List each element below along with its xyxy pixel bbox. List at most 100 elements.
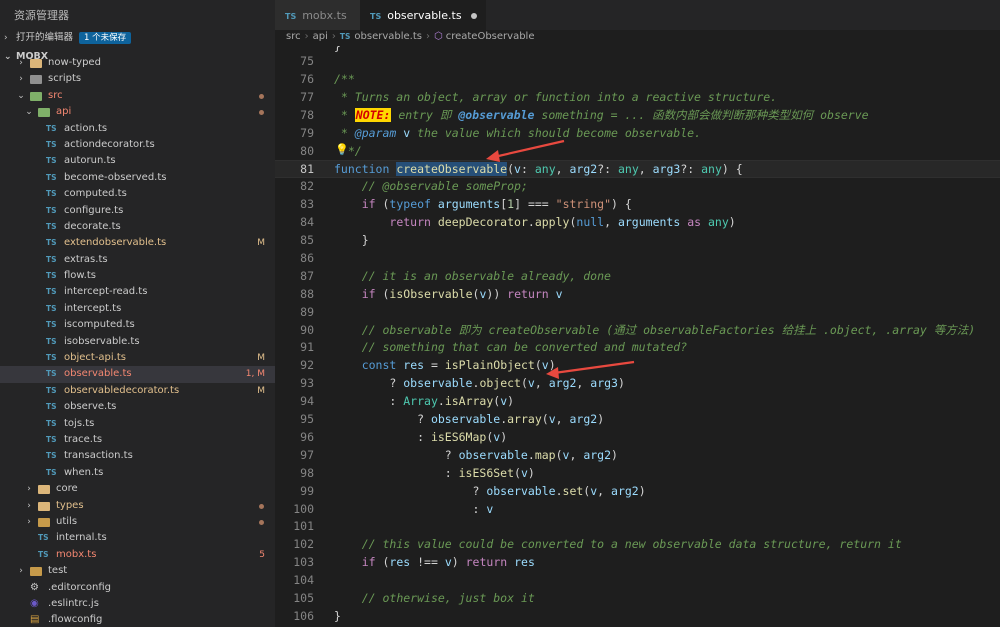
tree-item[interactable]: TS intercept.ts	[0, 301, 275, 317]
tree-item[interactable]: › scripts	[0, 71, 275, 87]
folder-icon	[38, 501, 50, 511]
tree-item[interactable]: ⌄ api	[0, 104, 275, 120]
chevron-right-icon: ›	[27, 500, 31, 511]
tree-item[interactable]: TS extras.ts	[0, 252, 275, 268]
tree-item[interactable]: TS actiondecorator.ts	[0, 137, 275, 153]
typescript-file-icon: TS	[339, 32, 351, 41]
lightbulb-icon[interactable]: 💡	[335, 143, 349, 156]
tree-item[interactable]: TS isobservable.ts	[0, 334, 275, 350]
code-token: (	[555, 447, 563, 462]
method-cube-icon: ⬡	[433, 31, 443, 42]
tree-item[interactable]: TS autorun.ts	[0, 153, 275, 169]
tree-item[interactable]: › utils	[0, 514, 275, 530]
tree-item[interactable]: TS transaction.ts	[0, 448, 275, 464]
breadcrumb-symbol[interactable]: createObservable	[446, 31, 535, 42]
code-line[interactable]: 91 // something that can be converted an…	[275, 339, 1000, 357]
breadcrumb-api[interactable]: api	[313, 31, 328, 42]
tree-item[interactable]: ⌄ src	[0, 88, 275, 104]
tree-item-label: extendobservable.ts	[64, 237, 167, 249]
code-token: ?	[334, 483, 487, 498]
code-text: // it is an observable already, done	[334, 268, 611, 286]
code-line[interactable]: 87 // it is an observable already, done	[275, 268, 1000, 286]
code-editor[interactable]: } 75 76 /** 77 * Turns an object, array or …	[275, 46, 1000, 627]
code-line[interactable]: 83 if (typeof arguments[1] === "string")…	[275, 196, 1000, 214]
tree-item[interactable]: TS flow.ts	[0, 268, 275, 284]
code-line[interactable]: 81 function createObservable(v: any, arg2…	[275, 160, 1000, 179]
code-line[interactable]: 79 * @param v the value which should bec…	[275, 125, 1000, 143]
tree-item[interactable]: TS when.ts	[0, 465, 275, 481]
code-line[interactable]: 76 /**	[275, 71, 1000, 89]
code-text: // something that can be converted and m…	[334, 339, 687, 357]
code-line[interactable]: 103 if (res !== v) return res	[275, 554, 1000, 572]
tree-item[interactable]: ⚙ .editorconfig	[0, 580, 275, 596]
tree-item[interactable]: TS mobx.ts 5	[0, 547, 275, 563]
breadcrumb-src[interactable]: src	[286, 31, 301, 42]
tree-item[interactable]: TS iscomputed.ts	[0, 317, 275, 333]
typescript-file-icon: TS	[46, 271, 57, 281]
code-line[interactable]: 105 // otherwise, just box it	[275, 590, 1000, 608]
code-line[interactable]: 88 if (isObservable(v)) return v	[275, 286, 1000, 304]
tree-item[interactable]: › test	[0, 563, 275, 579]
code-line[interactable]: 75	[275, 53, 1000, 71]
code-line[interactable]: 84 return deepDecorator.apply(null, argu…	[275, 214, 1000, 232]
code-line[interactable]: 98 : isES6Set(v)	[275, 465, 1000, 483]
code-line[interactable]: 102 // this value could be converted to …	[275, 536, 1000, 554]
code-line[interactable]: 86	[275, 250, 1000, 268]
code-line[interactable]: 82 // @observable someProp;	[275, 178, 1000, 196]
tree-item[interactable]: TS action.ts	[0, 121, 275, 137]
code-line[interactable]: 96 : isES6Map(v)	[275, 429, 1000, 447]
tree-item[interactable]: TS observable.ts 1, M	[0, 366, 275, 383]
code-line[interactable]: 80 */	[275, 143, 1000, 161]
tab-mobx-ts[interactable]: TS mobx.ts	[275, 0, 369, 30]
unsaved-dot-icon[interactable]	[470, 13, 477, 19]
tree-item[interactable]: TS object-api.ts M	[0, 350, 275, 366]
code-line[interactable]: 77 * Turns an object, array or function …	[275, 89, 1000, 107]
code-line[interactable]: 100 : v	[275, 501, 1000, 519]
open-editors-section[interactable]: › 打开的编辑器 1 个未保存	[0, 30, 275, 46]
code-line[interactable]: 95 ? observable.array(v, arg2)	[275, 411, 1000, 429]
tree-item[interactable]: TS configure.ts	[0, 203, 275, 219]
line-number: 76	[300, 71, 314, 86]
tree-item[interactable]: TS internal.ts	[0, 530, 275, 546]
tree-item[interactable]: TS observabledecorator.ts M	[0, 383, 275, 399]
code-line[interactable]: 89	[275, 304, 1000, 322]
code-line[interactable]: 104	[275, 572, 1000, 590]
code-token: // @observable someProp;	[361, 179, 528, 194]
tree-item[interactable]: TS decorate.ts	[0, 219, 275, 235]
code-line[interactable]: 94 : Array.isArray(v)	[275, 393, 1000, 411]
tree-item[interactable]: TS tojs.ts	[0, 416, 275, 432]
code-line[interactable]: 99 ? observable.set(v, arg2)	[275, 483, 1000, 501]
tree-item[interactable]: › now-typed	[0, 55, 275, 71]
tree-item[interactable]: › types	[0, 498, 275, 514]
tree-item[interactable]: TS observe.ts	[0, 399, 275, 415]
tree-item[interactable]: › core	[0, 481, 275, 497]
tree-item-label: iscomputed.ts	[64, 319, 135, 331]
tree-item[interactable]: TS intercept-read.ts	[0, 284, 275, 300]
tree-item[interactable]: ▤ .flowconfig	[0, 612, 275, 627]
tree-item-label: observabledecorator.ts	[64, 384, 180, 396]
tree-item[interactable]: TS trace.ts	[0, 432, 275, 448]
tab-observable-ts[interactable]: TS observable.ts	[360, 0, 486, 30]
code-line[interactable]: 106}	[275, 608, 1000, 626]
typescript-file-icon: TS	[46, 172, 57, 182]
code-line[interactable]: 90 // observable 即为 createObservable (通过…	[275, 322, 1000, 340]
tree-item[interactable]: TS become-observed.ts	[0, 170, 275, 186]
file-tree: › now-typed › scripts ⌄ src ⌄ api TS action.ts TS a…	[0, 55, 275, 627]
eslint-file-icon: ◉	[30, 597, 39, 609]
code-line[interactable]: 78 * NOTE: entry 即 @observable something…	[275, 107, 1000, 125]
breadcrumb-file[interactable]: observable.ts	[354, 31, 422, 42]
code-token: if	[361, 197, 376, 212]
typescript-file-icon: TS	[46, 156, 57, 166]
folder-icon	[30, 567, 42, 577]
tree-item[interactable]: TS computed.ts	[0, 186, 275, 202]
code-line[interactable]: 85 }	[275, 232, 1000, 250]
line-number: 103	[293, 555, 314, 570]
code-line[interactable]: 97 ? observable.map(v, arg2)	[275, 447, 1000, 465]
tree-item[interactable]: ◉ .eslintrc.js	[0, 596, 275, 612]
tree-item[interactable]: TS extendobservable.ts M	[0, 235, 275, 251]
code-line[interactable]: 101	[275, 518, 1000, 536]
